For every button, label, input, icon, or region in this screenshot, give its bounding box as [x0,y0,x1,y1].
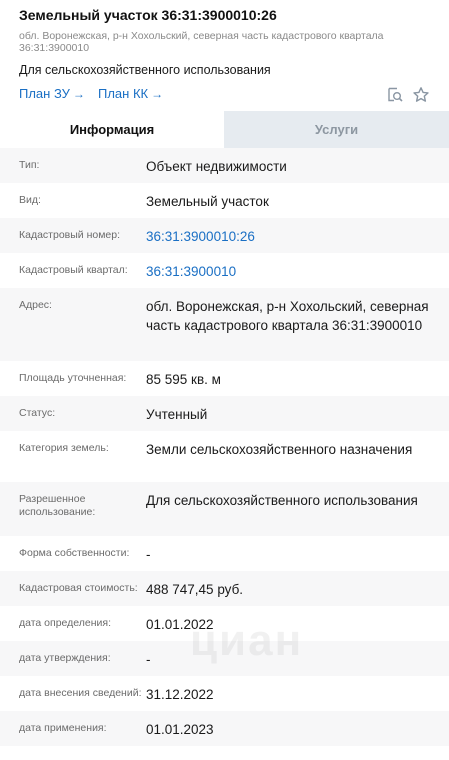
row-status: Статус: Учтенный [0,396,449,431]
row-entry-date: дата внесения сведений: 31.12.2022 [0,676,449,711]
row-label: Статус: [19,407,56,419]
row-determination-date: дата определения: 01.01.2022 [0,606,449,641]
row-value: 488 747,45 руб. [146,582,244,597]
arrow-right-icon: → [72,87,85,101]
object-header: Земельный участок 36:31:3900010:26 обл. … [0,0,449,107]
plan-kk-label: План КК [98,86,149,101]
row-label: Форма собственности: [19,547,130,559]
tabs-bar: Информация Услуги [0,111,449,148]
row-cadastral-number: Кадастровый номер: 36:31:3900010:26 [0,218,449,253]
page-title: Земельный участок 36:31:3900010:26 [19,7,277,23]
purpose-text: Для сельскохозяйственного использования [19,63,271,77]
plan-zu-label: План ЗУ [19,86,70,101]
cadastral-number-link[interactable]: 36:31:3900010:26 [146,218,449,246]
row-approval-date: дата утверждения: - [0,641,449,676]
row-label: Вид: [19,194,41,206]
row-label: Площадь уточненная: [19,372,127,384]
row-label: Кадастровая стоимость: [19,582,138,594]
row-label: Кадастровый квартал: [19,264,128,276]
row-label: Тип: [19,159,40,171]
row-value: - [146,652,151,667]
row-value: - [146,547,151,562]
row-value: Земли сельскохозяйственного назначения [146,442,413,457]
row-area: Площадь уточненная: 85 595 кв. м [0,361,449,396]
row-value: 01.01.2023 [146,722,214,737]
row-kind: Вид: Земельный участок [0,183,449,218]
plan-kk-link[interactable]: План КК → [98,85,163,103]
row-label: Адрес: [19,299,52,311]
row-application-date: дата применения: 01.01.2023 [0,711,449,746]
row-value: Для сельскохозяйственного использования [146,493,418,508]
tab-services[interactable]: Услуги [224,111,449,148]
row-label: Категория земель: [19,442,109,454]
row-label: дата утверждения: [19,652,111,664]
row-value: 31.12.2022 [146,687,214,702]
row-label: дата внесения сведений: [19,687,142,699]
row-value: 85 595 кв. м [146,372,221,387]
row-value: Объект недвижимости [146,159,287,174]
row-land-category: Категория земель: Земли сельскохозяйстве… [0,431,449,482]
row-value: обл. Воронежская, р-н Хохольский, северн… [146,299,429,333]
plan-zu-link[interactable]: План ЗУ → [19,85,85,103]
row-ownership: Форма собственности: - [0,536,449,571]
row-value: 01.01.2022 [146,617,214,632]
row-value: Земельный участок [146,194,269,209]
row-type: Тип: Объект недвижимости [0,148,449,183]
row-label: Разрешенное использование: [19,493,96,518]
address-subtitle: обл. Воронежская, р-н Хохольский, северн… [19,30,384,54]
row-address: Адрес: обл. Воронежская, р-н Хохольский,… [0,288,449,361]
row-label: дата определения: [19,617,112,629]
search-document-icon[interactable] [385,85,405,105]
row-cadastral-value: Кадастровая стоимость: 488 747,45 руб. [0,571,449,606]
row-cadastral-quarter: Кадастровый квартал: 36:31:3900010 [0,253,449,288]
row-permitted-use: Разрешенное использование: Для сельскохо… [0,482,449,536]
tab-information[interactable]: Информация [0,111,224,148]
row-value: Учтенный [146,407,208,422]
arrow-right-icon: → [151,87,164,101]
row-label: дата применения: [19,722,107,734]
row-label: Кадастровый номер: [19,229,121,241]
star-icon[interactable] [411,85,431,105]
links-row: План ЗУ → План КК → [19,85,430,107]
info-table: Тип: Объект недвижимости Вид: Земельный … [0,148,449,746]
cadastral-quarter-link[interactable]: 36:31:3900010 [146,253,449,281]
